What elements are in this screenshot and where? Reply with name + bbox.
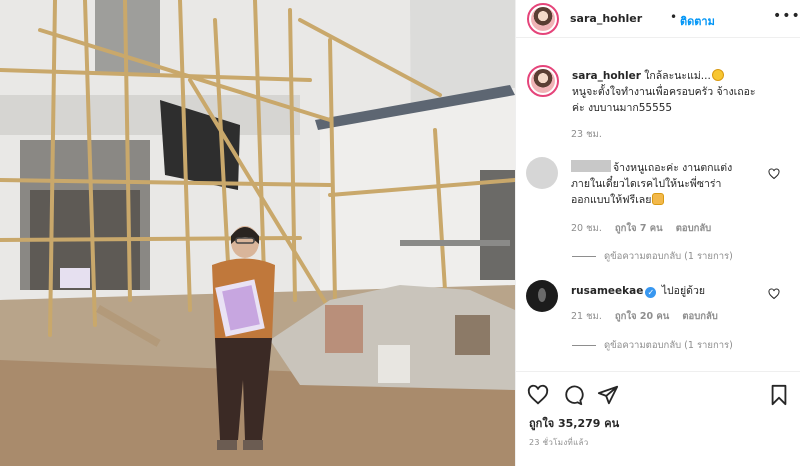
comment-icon[interactable] — [562, 384, 584, 406]
smile-emoji-icon — [711, 69, 724, 81]
comment-1-meta: 20 ชม. ถูกใจ 7 คน ตอบกลับ — [571, 221, 721, 236]
comment-avatar[interactable] — [526, 157, 558, 189]
comment-2: rusameekae ✓ ไปอยู่ด้วย — [571, 283, 771, 299]
caption-text-line2: หนูจะตั้งใจทำงานเพื่อครอบครัว จ้างเถอะ — [572, 86, 756, 98]
hands-emoji-icon — [652, 193, 665, 205]
comment-1-time[interactable]: 20 ชม. — [571, 223, 602, 234]
caption-timestamp[interactable]: 23 ชม. — [571, 127, 602, 142]
comment-2-like-icon[interactable] — [768, 288, 780, 300]
comment-1-reply-button[interactable]: ตอบกลับ — [676, 223, 712, 234]
caption-username[interactable]: sara_hohler — [572, 70, 641, 82]
comment-2-view-replies[interactable]: ดูข้อความตอบกลับ (1 รายการ) — [572, 338, 733, 353]
comment-2-likes[interactable]: ถูกใจ 20 คน — [615, 311, 669, 322]
comment-1-like-icon[interactable] — [768, 168, 780, 180]
construction-site-photo — [0, 0, 515, 466]
comment-2-meta: 21 ชม. ถูกใจ 20 คน ตอบกลับ — [571, 309, 728, 324]
separator-dot: • — [670, 10, 678, 24]
caption-text-line3: ค่ะ งบบานมาก55555 — [572, 102, 673, 114]
comment-1-view-replies-label[interactable]: ดูข้อความตอบกลับ (1 รายการ) — [604, 251, 733, 262]
comment-2-time[interactable]: 21 ชม. — [571, 311, 602, 322]
comment-2-reply-button[interactable]: ตอบกลับ — [682, 311, 718, 322]
author-avatar[interactable] — [527, 3, 559, 35]
heart-icon[interactable] — [527, 384, 549, 406]
like-count[interactable]: ถูกใจ 35,279 คน — [529, 414, 619, 432]
comment-2-text: ไปอยู่ด้วย — [661, 285, 705, 297]
paper-plane-icon[interactable] — [597, 384, 619, 406]
caption-author-avatar[interactable] — [527, 65, 559, 97]
follow-button[interactable]: ติดตาม — [680, 12, 715, 30]
author-username[interactable]: sara_hohler — [570, 12, 642, 25]
rusameekae-avatar[interactable] — [526, 280, 558, 312]
comment-2-view-replies-label[interactable]: ดูข้อความตอบกลับ (1 รายการ) — [604, 340, 733, 351]
bookmark-icon[interactable] — [768, 384, 790, 406]
post-photo[interactable] — [0, 0, 515, 466]
post-caption: sara_hohler ใกล้ละนะแม่... หนูจะตั้งใจทำ… — [572, 68, 790, 116]
post-timestamp[interactable]: 23 ชั่วโมงที่แล้ว — [529, 436, 589, 449]
caption-text-line1: ใกล้ละนะแม่... — [644, 70, 711, 82]
hidden-username — [571, 160, 611, 172]
comment-1-likes[interactable]: ถูกใจ 7 คน — [615, 223, 663, 234]
comment-1: จ้างหนูเถอะค่ะ งานตกแต่ง ภายในเดี๋ยวไดเร… — [571, 160, 771, 208]
comment-1-text-line2: ภายในเดี๋ยวไดเรคไปให้นะพี่ซาร่า — [571, 178, 722, 190]
comment-1-text-line1: จ้างหนูเถอะค่ะ งานตกแต่ง — [613, 162, 733, 174]
more-options-icon[interactable]: ••• — [773, 8, 800, 24]
comment-1-text-line3: ออกแบบให้ฟรีเลย — [571, 194, 652, 206]
comment-2-username[interactable]: rusameekae — [571, 285, 643, 297]
comment-1-view-replies[interactable]: ดูข้อความตอบกลับ (1 รายการ) — [572, 249, 733, 264]
post-header: sara_hohler • ติดตาม ••• — [516, 0, 800, 38]
verified-badge-icon: ✓ — [645, 287, 657, 298]
